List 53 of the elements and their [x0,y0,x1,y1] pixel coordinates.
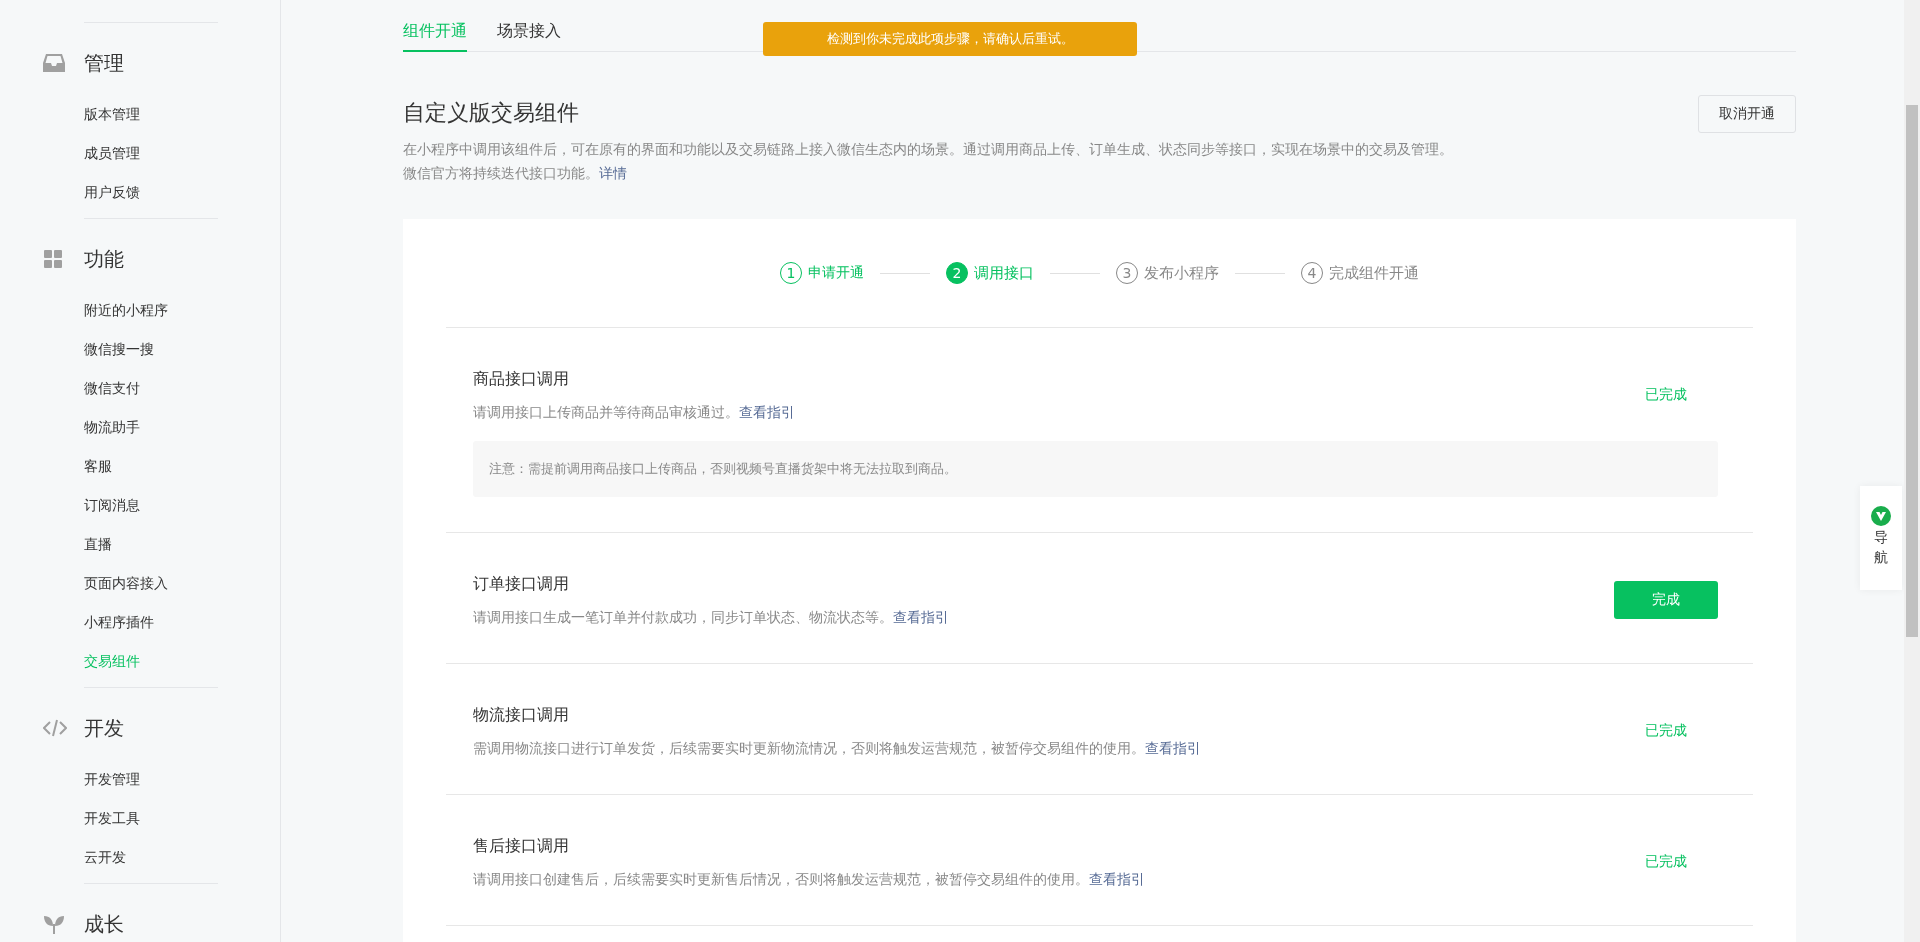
sidebar-item[interactable]: 微信支付 [84,369,280,408]
cancel-button[interactable]: 取消开通 [1698,95,1796,133]
details-link[interactable]: 详情 [599,165,627,181]
sidebar-item[interactable]: 页面内容接入 [84,564,280,603]
status-text: 已完成 [1645,853,1687,871]
sidebar-item[interactable]: 成员管理 [84,134,280,173]
step-number: 2 [946,262,968,284]
inbox-icon [43,53,65,73]
page-title: 自定义版交易组件 [403,99,580,127]
page-description: 在小程序中调用该组件后，可在原有的界面和功能以及交易链路上接入微信生态内的场景。通过调用商品上传、订单生成、状态同步等接口，实现在场景中的交易及管理。微信官方将持续迭代接口功能。详情 [403,140,1454,183]
sidebar-item[interactable]: 开发管理 [84,760,280,799]
status-text: 已完成 [1645,722,1687,740]
sprout-icon [43,914,65,934]
warning-toast: 检测到你未完成此项步骤，请确认后重试。 [763,22,1137,56]
step-label: 调用接口 [974,263,1034,283]
sidebar-item[interactable]: 开发工具 [84,799,280,838]
sidebar-group-title[interactable]: 成长 [84,910,124,938]
sidebar-group-title[interactable]: 开发 [84,714,124,742]
scrollbar-thumb[interactable] [1906,105,1918,637]
guide-link[interactable]: 查看指引 [1145,740,1201,756]
sidebar-group-title[interactable]: 管理 [84,49,124,77]
code-icon [43,718,67,738]
sidebar-item[interactable]: 微信搜一搜 [84,330,280,369]
task-description: 需调用物流接口进行订单发货，后续需要实时更新物流情况，否则将触发运营规范，被暂停交易组件的使用。查看指引 [473,739,1202,758]
status-text: 已完成 [1645,386,1687,404]
sidebar-item[interactable]: 附近的小程序 [84,291,280,330]
step-label: 完成组件开通 [1329,263,1419,283]
guide-link[interactable]: 查看指引 [893,609,949,625]
sidebar-item[interactable]: 客服 [84,447,280,486]
task-description: 请调用接口生成一笔订单并付款成功，同步订单状态、物流状态等。查看指引 [473,608,950,627]
task-title: 物流接口调用 [473,704,570,726]
task-title: 售后接口调用 [473,835,570,857]
sidebar-item[interactable]: 小程序插件 [84,603,280,642]
sidebar-item[interactable]: 版本管理 [84,95,280,134]
sidebar-item[interactable]: 物流助手 [84,408,280,447]
sidebar-item[interactable]: 用户反馈 [84,173,280,212]
step-label: 申请开通 [808,264,864,282]
nav-label[interactable]: 导航 [1874,528,1888,568]
sidebar-item[interactable]: 云开发 [84,838,280,877]
task-description: 请调用接口上传商品并等待商品审核通过。查看指引 [473,403,796,422]
guide-link[interactable]: 查看指引 [739,404,795,420]
nav-logo-icon [1871,506,1891,526]
sidebar-item[interactable]: 直播 [84,525,280,564]
sidebar-item[interactable]: 订阅消息 [84,486,280,525]
sidebar-group-title[interactable]: 功能 [84,245,124,273]
guide-link[interactable]: 查看指引 [1089,871,1145,887]
task-title: 订单接口调用 [473,573,570,595]
step-label: 发布小程序 [1144,263,1219,283]
tab[interactable]: 场景接入 [497,21,561,52]
task-description: 请调用接口创建售后，后续需要实时更新售后情况，否则将触发运营规范，被暂停交易组件的使用。查看指引 [473,870,1146,889]
notice-text: 注意：需提前调用商品接口上传商品，否则视频号直播货架中将无法拉取到商品。 [473,441,1718,497]
task-title: 商品接口调用 [473,368,570,390]
grid-icon [43,249,63,269]
